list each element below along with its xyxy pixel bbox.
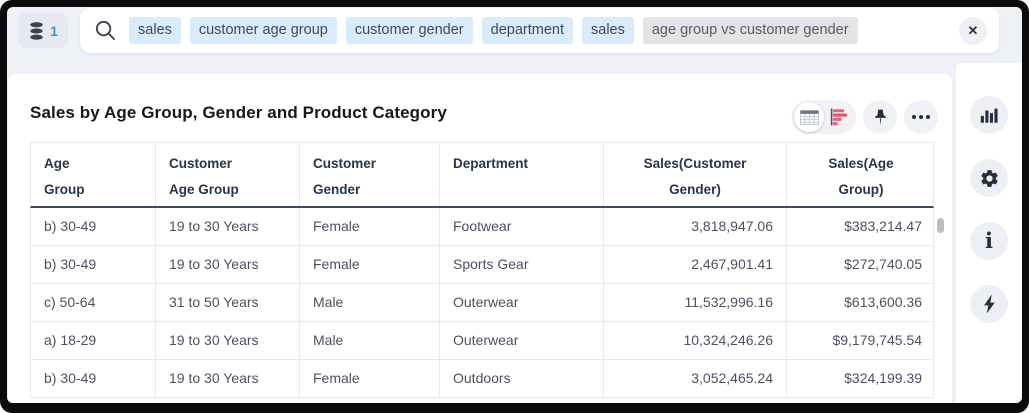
table-cell: 19 to 30 Years	[155, 208, 299, 245]
table-cell: Male	[299, 322, 439, 359]
table-cell: Female	[299, 360, 439, 397]
column-header[interactable]: Age Group	[31, 143, 155, 206]
pin-button[interactable]	[863, 100, 897, 134]
spotiq-button[interactable]	[970, 285, 1008, 323]
table-cell: $383,214.47	[786, 208, 935, 245]
app-window: 1 sales customer age group customer gender…	[0, 0, 1029, 413]
ellipsis-icon	[912, 115, 930, 119]
search-token[interactable]: age group vs customer gender	[643, 17, 858, 44]
table-cell: 10,324,246.26	[603, 322, 786, 359]
search-token[interactable]: sales	[129, 17, 181, 44]
table-cell: Male	[299, 284, 439, 321]
table-row[interactable]: b) 30-4919 to 30 YearsFemaleFootwear3,81…	[30, 208, 934, 246]
search-token[interactable]: department	[482, 17, 573, 44]
table-cell: Outerwear	[439, 284, 603, 321]
table-cell: $272,740.05	[786, 246, 935, 283]
table-scrollbar[interactable]	[937, 218, 944, 233]
table-cell: $9,179,745.54	[786, 322, 935, 359]
clear-search-button[interactable]: ✕	[959, 17, 987, 45]
table-cell: Outdoors	[439, 360, 603, 397]
database-icon	[28, 22, 45, 40]
table-cell: b) 30-49	[31, 360, 155, 397]
table-cell: 3,052,465.24	[603, 360, 786, 397]
right-sidebar: i	[956, 63, 1022, 403]
table-cell: b) 30-49	[31, 208, 155, 245]
table-cell: 19 to 30 Years	[155, 360, 299, 397]
table-cell: c) 50-64	[31, 284, 155, 321]
table-cell: b) 30-49	[31, 246, 155, 283]
table-header-row: Age GroupCustomer Age GroupCustomer Gend…	[30, 142, 934, 208]
column-header[interactable]: Customer Gender	[299, 143, 439, 206]
info-icon: i	[985, 230, 993, 253]
results-table: Age GroupCustomer Age GroupCustomer Gend…	[30, 142, 934, 398]
bar-chart-icon	[830, 108, 848, 126]
close-icon: ✕	[968, 24, 979, 37]
settings-button[interactable]	[970, 159, 1008, 197]
column-header[interactable]: Sales(Age Group)	[786, 143, 935, 206]
search-icon	[94, 19, 117, 42]
table-cell: 19 to 30 Years	[155, 322, 299, 359]
settings-icon	[979, 168, 1000, 189]
table-cell: Footwear	[439, 208, 603, 245]
table-row[interactable]: b) 30-4919 to 30 YearsFemaleOutdoors3,05…	[30, 360, 934, 398]
table-cell: 11,532,996.16	[603, 284, 786, 321]
search-token[interactable]: sales	[582, 17, 634, 44]
column-header[interactable]: Sales(Customer Gender)	[603, 143, 786, 206]
chart-icon	[979, 105, 999, 125]
table-view-button[interactable]	[794, 102, 824, 132]
search-token[interactable]: customer gender	[346, 17, 473, 44]
table-cell: Outerwear	[439, 322, 603, 359]
table-icon	[800, 110, 819, 125]
table-row[interactable]: b) 30-4919 to 30 YearsFemaleSports Gear2…	[30, 246, 934, 284]
app-surface: 1 sales customer age group customer gender…	[7, 7, 1022, 403]
table-row[interactable]: a) 18-2919 to 30 YearsMaleOuterwear10,32…	[30, 322, 934, 360]
search-token[interactable]: customer age group	[190, 17, 337, 44]
info-button[interactable]: i	[970, 222, 1008, 260]
column-header[interactable]: Department	[439, 143, 603, 206]
answer-panel: Sales by Age Group, Gender and Product C…	[8, 74, 952, 403]
data-source-button[interactable]: 1	[18, 13, 68, 48]
pin-icon	[871, 108, 890, 127]
table-cell: Female	[299, 208, 439, 245]
lightning-icon	[981, 294, 998, 314]
answer-actions	[792, 100, 938, 134]
table-cell: $613,600.36	[786, 284, 935, 321]
table-cell: 2,467,901.41	[603, 246, 786, 283]
data-source-count: 1	[50, 23, 58, 39]
table-cell: 3,818,947.06	[603, 208, 786, 245]
table-row[interactable]: c) 50-6431 to 50 YearsMaleOuterwear11,53…	[30, 284, 934, 322]
table-cell: a) 18-29	[31, 322, 155, 359]
table-cell: Sports Gear	[439, 246, 603, 283]
table-cell: 19 to 30 Years	[155, 246, 299, 283]
search-token-list: sales customer age group customer gender de…	[129, 17, 959, 44]
more-options-button[interactable]	[904, 100, 938, 134]
table-cell: 31 to 50 Years	[155, 284, 299, 321]
table-cell: $324,199.39	[786, 360, 935, 397]
column-header[interactable]: Customer Age Group	[155, 143, 299, 206]
chart-config-button[interactable]	[970, 96, 1008, 134]
display-mode-toggle	[792, 100, 856, 134]
search-bar[interactable]: sales customer age group customer gender de…	[80, 8, 999, 53]
table-cell: Female	[299, 246, 439, 283]
chart-view-button[interactable]	[824, 102, 854, 132]
answer-title: Sales by Age Group, Gender and Product C…	[30, 103, 447, 123]
